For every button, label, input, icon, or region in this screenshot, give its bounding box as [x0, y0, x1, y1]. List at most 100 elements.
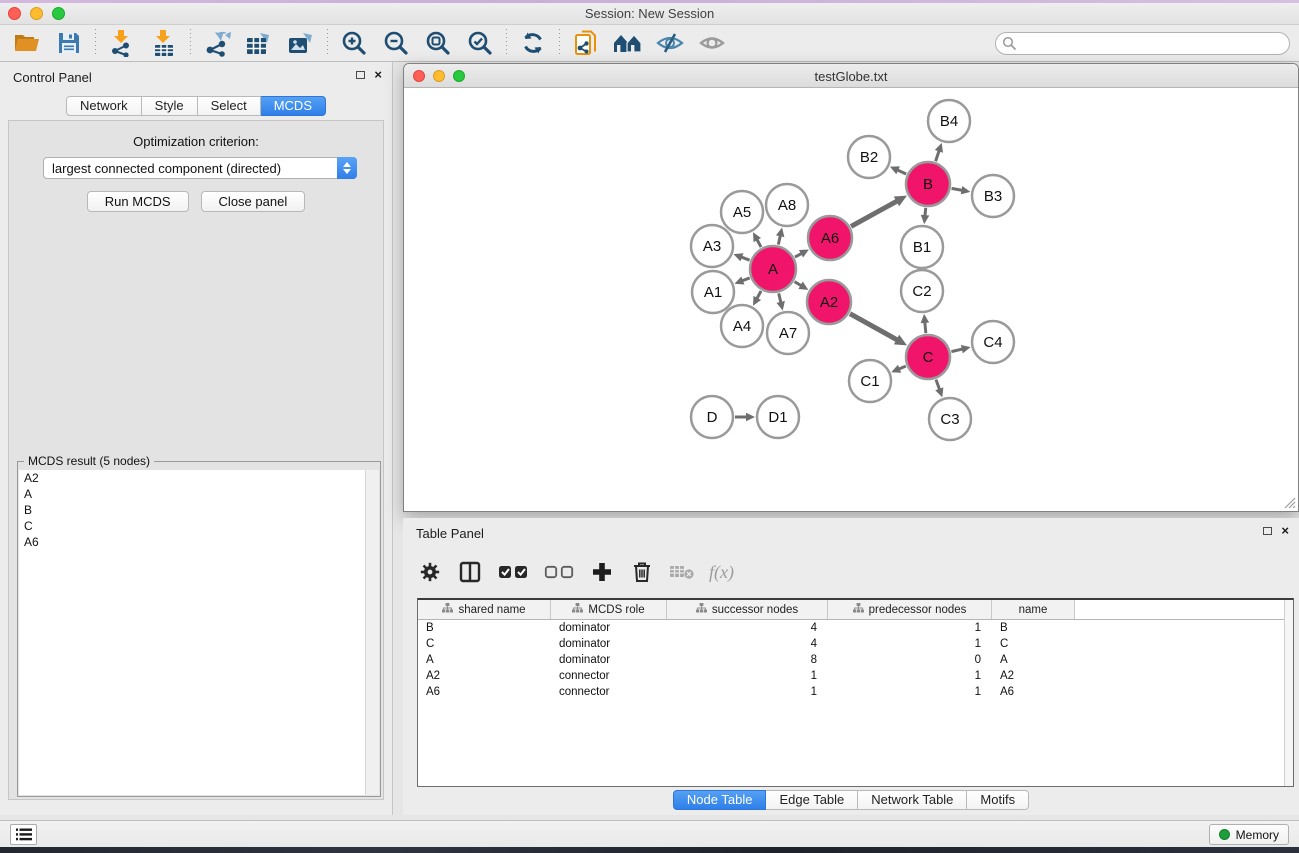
table-cell[interactable]: A — [992, 654, 1075, 666]
memory-button[interactable]: Memory — [1209, 824, 1289, 845]
network-window-titlebar[interactable]: testGlobe.txt — [404, 64, 1298, 88]
column-header-successor-nodes[interactable]: successor nodes — [667, 600, 828, 619]
table-cell[interactable]: connector — [551, 670, 667, 682]
float-table-panel-icon[interactable] — [1263, 527, 1272, 535]
title-bar[interactable]: Session: New Session — [0, 3, 1299, 25]
graph-edge-B-B1[interactable] — [921, 208, 930, 224]
table-row[interactable]: A6connector11A6 — [418, 684, 1293, 700]
tab-network-table[interactable]: Network Table — [858, 790, 967, 810]
graph-node-B1[interactable]: B1 — [901, 226, 943, 268]
graph-node-A5[interactable]: A5 — [721, 191, 763, 233]
first-neighbors-icon[interactable] — [613, 28, 643, 58]
graph-node-B4[interactable]: B4 — [928, 100, 970, 142]
import-network-icon[interactable] — [107, 28, 137, 58]
table-cell[interactable]: 1 — [828, 670, 992, 682]
graph-node-B2[interactable]: B2 — [848, 136, 890, 178]
zoom-selected-icon[interactable] — [465, 28, 495, 58]
graph-node-C4[interactable]: C4 — [972, 321, 1014, 363]
table-cell[interactable]: A2 — [992, 670, 1075, 682]
table-cell[interactable]: connector — [551, 686, 667, 698]
hide-selected-eye-slash-icon[interactable] — [655, 28, 685, 58]
export-image-icon[interactable] — [286, 28, 316, 58]
tab-select[interactable]: Select — [198, 96, 261, 116]
new-network-from-selection-icon[interactable] — [571, 28, 601, 58]
table-cell[interactable]: 4 — [667, 638, 828, 650]
graph-node-B[interactable]: B — [906, 162, 950, 206]
graph-edge-A6-B[interactable] — [851, 196, 907, 227]
graph-edge-C-C4[interactable] — [951, 345, 970, 353]
float-panel-icon[interactable] — [356, 71, 365, 79]
table-cell[interactable]: dominator — [551, 654, 667, 666]
table-cell[interactable]: A — [418, 654, 551, 666]
hide-columns-icon[interactable] — [543, 559, 575, 585]
add-column-icon[interactable] — [589, 559, 615, 585]
zoom-out-icon[interactable] — [381, 28, 411, 58]
mcds-result-item[interactable]: A — [19, 486, 365, 502]
graph-node-D1[interactable]: D1 — [757, 396, 799, 438]
save-session-icon[interactable] — [54, 28, 84, 58]
graph-edge-C-C3[interactable] — [935, 380, 943, 398]
close-panel-button[interactable]: Close panel — [201, 191, 306, 212]
table-cell[interactable]: B — [992, 622, 1075, 634]
table-cell[interactable]: 4 — [667, 622, 828, 634]
graph-edge-B-B4[interactable] — [935, 143, 943, 161]
graph-node-B3[interactable]: B3 — [972, 175, 1014, 217]
close-panel-icon[interactable]: × — [374, 70, 382, 80]
table-cell[interactable]: 1 — [828, 638, 992, 650]
table-cell[interactable]: 8 — [667, 654, 828, 666]
graph-edge-C-C2[interactable] — [921, 314, 930, 333]
show-columns-icon[interactable] — [497, 559, 529, 585]
table-cell[interactable]: 1 — [667, 686, 828, 698]
mcds-result-item[interactable]: B — [19, 502, 365, 518]
run-mcds-button[interactable]: Run MCDS — [87, 191, 189, 212]
task-history-button[interactable] — [10, 824, 37, 845]
show-all-eye-icon[interactable] — [697, 28, 727, 58]
graph-node-C[interactable]: C — [906, 335, 950, 379]
table-row[interactable]: Adominator80A — [418, 652, 1293, 668]
table-cell[interactable]: A6 — [418, 686, 551, 698]
table-cell[interactable]: 1 — [828, 622, 992, 634]
graph-node-A6[interactable]: A6 — [808, 216, 852, 260]
table-cell[interactable]: C — [992, 638, 1075, 650]
table-cell[interactable]: 1 — [667, 670, 828, 682]
column-settings-gear-icon[interactable] — [417, 559, 443, 585]
graph-node-A4[interactable]: A4 — [721, 305, 763, 347]
graph-edge-A-A2[interactable] — [795, 282, 809, 290]
table-cell[interactable]: A2 — [418, 670, 551, 682]
graph-node-A[interactable]: A — [750, 246, 796, 292]
graph-node-A2[interactable]: A2 — [807, 280, 851, 324]
mcds-result-item[interactable]: A2 — [19, 470, 365, 486]
graph-edge-A-A3[interactable] — [734, 253, 750, 261]
table-cell[interactable]: dominator — [551, 622, 667, 634]
table-scrollbar[interactable] — [1284, 600, 1293, 786]
graph-node-A3[interactable]: A3 — [691, 225, 733, 267]
table-cell[interactable]: B — [418, 622, 551, 634]
table-cell[interactable]: 1 — [828, 686, 992, 698]
mcds-result-list[interactable]: A2ABCA6 — [19, 470, 365, 795]
graph-edge-A2-C[interactable] — [850, 314, 907, 346]
tab-mcds[interactable]: MCDS — [261, 96, 326, 116]
criterion-dropdown[interactable]: largest connected component (directed) — [43, 157, 357, 179]
graph-node-C3[interactable]: C3 — [929, 398, 971, 440]
resize-grip-icon[interactable] — [1282, 495, 1296, 509]
column-header-predecessor-nodes[interactable]: predecessor nodes — [828, 600, 992, 619]
graph-node-D[interactable]: D — [691, 396, 733, 438]
graph-edge-A-A1[interactable] — [734, 277, 749, 285]
tab-edge-table[interactable]: Edge Table — [766, 790, 858, 810]
tab-node-table[interactable]: Node Table — [673, 790, 767, 810]
graph-edge-A-A5[interactable] — [753, 232, 761, 247]
graph-edge-A-A4[interactable] — [753, 291, 761, 306]
graph-edge-A-A8[interactable] — [776, 227, 784, 244]
table-cell[interactable]: 0 — [828, 654, 992, 666]
graph-edge-B-B2[interactable] — [890, 166, 906, 174]
graph-edge-C-C1[interactable] — [891, 365, 906, 373]
table-cell[interactable]: C — [418, 638, 551, 650]
graph-edge-A-A7[interactable] — [777, 293, 785, 310]
export-network-icon[interactable] — [202, 28, 232, 58]
table-cell[interactable]: dominator — [551, 638, 667, 650]
tab-network[interactable]: Network — [66, 96, 142, 116]
column-header-name[interactable]: name — [992, 600, 1075, 619]
table-row[interactable]: Cdominator41C — [418, 636, 1293, 652]
split-table-icon[interactable] — [457, 559, 483, 585]
function-builder-icon[interactable]: f(x) — [709, 559, 734, 585]
